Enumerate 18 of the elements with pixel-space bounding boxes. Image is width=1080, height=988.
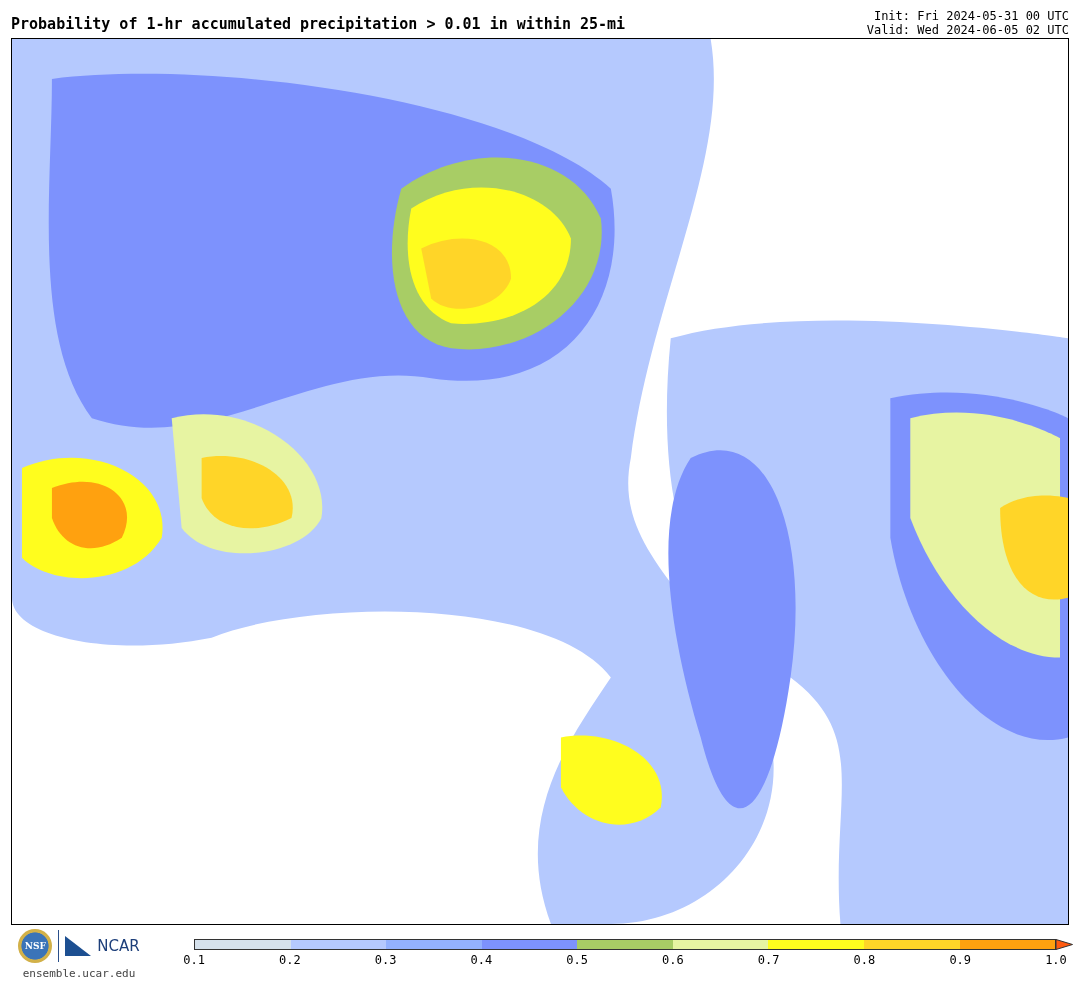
tick-label: 0.9 (948, 953, 973, 967)
tick-label: 0.7 (756, 953, 781, 967)
tick-label: 1.0 (1044, 953, 1068, 967)
tick-label: 0.5 (565, 953, 589, 967)
init-time: Init: Fri 2024-05-31 00 UTC (873, 9, 1069, 23)
tick-label: 0.2 (278, 953, 302, 967)
ncar-logo-text: NCAR (97, 937, 140, 955)
tick-label: 0.4 (469, 953, 494, 967)
triangle-logo-icon (65, 936, 92, 956)
tick-label: 0.8 (852, 953, 877, 967)
colorbar-extend-arrow-icon (1056, 939, 1074, 950)
valid-time: Valid: Wed 2024-06-05 02 UTC (866, 23, 1069, 37)
tick-label: 0.6 (661, 953, 685, 967)
seal-logo: NSF (18, 929, 53, 963)
chart-title: Probability of 1-hr accumulated precipitation > 0.01 in within 25-mi (11, 15, 626, 35)
tick-label: 0.1 (182, 953, 206, 967)
tick-label: 0.3 (373, 953, 398, 967)
website-url: ensemble.ucar.edu (22, 967, 136, 980)
